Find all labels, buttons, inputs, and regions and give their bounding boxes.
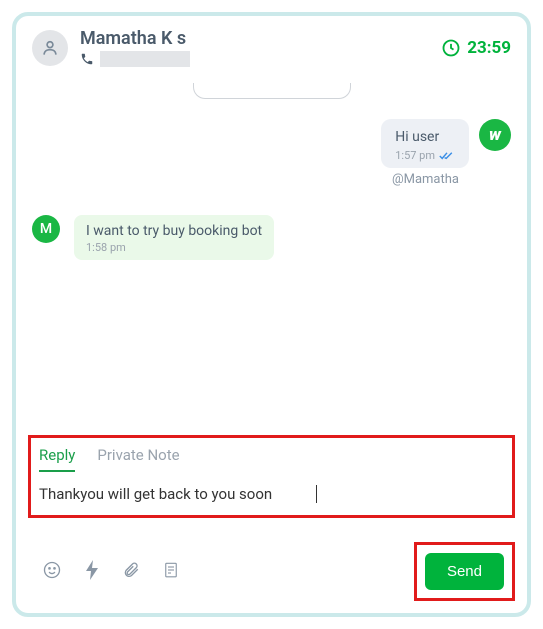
- clock-icon: [441, 38, 461, 58]
- double-check-icon: [439, 151, 455, 161]
- phone-row: [80, 51, 441, 67]
- message-time-row: 1:57 pm: [395, 149, 455, 162]
- tab-private-note[interactable]: Private Note: [97, 446, 179, 472]
- session-timer: 23:59: [441, 38, 511, 58]
- contact-avatar[interactable]: [32, 30, 68, 66]
- collapsed-pill[interactable]: [193, 83, 351, 99]
- message-time: 1:57 pm: [395, 149, 435, 162]
- person-icon: [40, 38, 60, 58]
- emoji-icon[interactable]: [42, 560, 62, 584]
- incoming-message-row: M I want to try buy booking bot 1:58 pm: [32, 215, 511, 260]
- chat-header: Mamatha K s 23:59: [16, 16, 527, 75]
- phone-icon: [80, 52, 94, 66]
- compose-tabs: Reply Private Note: [39, 446, 504, 472]
- message-list: Hi user 1:57 pm w @Mamatha M I want to t…: [16, 75, 527, 435]
- reply-input[interactable]: [39, 485, 317, 503]
- send-button[interactable]: Send: [425, 553, 504, 590]
- timer-value: 23:59: [467, 38, 511, 58]
- compose-toolbar: Send: [28, 542, 515, 601]
- sender-avatar[interactable]: M: [32, 215, 60, 243]
- compose-area: Reply Private Note: [16, 435, 527, 613]
- incoming-message[interactable]: I want to try buy booking bot 1:58 pm: [74, 215, 274, 260]
- send-highlight-box: Send: [414, 542, 515, 601]
- message-text: Hi user: [395, 129, 455, 145]
- tab-reply[interactable]: Reply: [39, 446, 75, 472]
- whatsapp-icon: w: [479, 119, 511, 151]
- outgoing-message[interactable]: Hi user 1:57 pm: [381, 119, 469, 168]
- toolbar-icons: [28, 560, 180, 584]
- note-icon[interactable]: [162, 560, 180, 584]
- message-text: I want to try buy booking bot: [86, 223, 262, 239]
- message-time: 1:58 pm: [86, 241, 262, 254]
- contact-name: Mamatha K s: [80, 28, 441, 49]
- sender-mention: @Mamatha: [32, 172, 459, 187]
- phone-number-redacted: [100, 51, 190, 67]
- lightning-icon[interactable]: [84, 560, 100, 584]
- reply-highlight-box: Reply Private Note: [28, 435, 515, 518]
- contact-info: Mamatha K s: [80, 28, 441, 67]
- outgoing-message-row: Hi user 1:57 pm w: [32, 119, 511, 168]
- chat-window: Mamatha K s 23:59 Hi user 1:57 pm: [12, 12, 531, 617]
- attachment-icon[interactable]: [122, 560, 140, 584]
